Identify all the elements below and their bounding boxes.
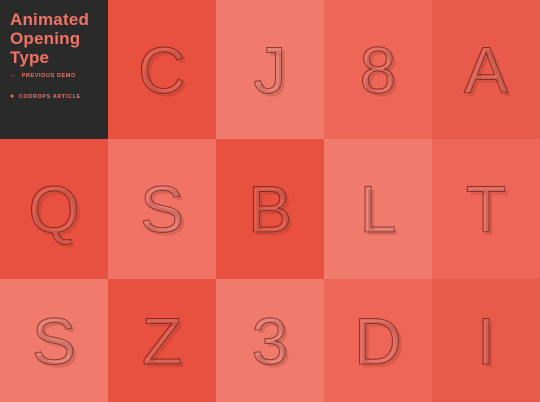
letter-glyph: Q <box>28 172 80 246</box>
letter-glyph: Z <box>141 303 183 378</box>
codrops-article-label: Codrops Article <box>18 93 81 100</box>
previous-demo-label: Previous Demo <box>21 72 76 79</box>
codrops-article-link[interactable]: ● Codrops Article <box>10 93 81 100</box>
letter-glyph: C <box>138 32 187 107</box>
letter-glyph: 8 <box>359 32 397 107</box>
arrow-left-icon: ← <box>10 72 18 79</box>
letter-tile[interactable]: Z <box>108 279 216 402</box>
letter-glyph: S <box>31 303 77 378</box>
drop-icon: ● <box>10 93 15 100</box>
letter-tile[interactable]: I <box>432 279 540 402</box>
letter-tile[interactable]: C <box>108 0 216 139</box>
letter-tile[interactable]: 3 <box>216 279 324 402</box>
letter-grid: Animated Opening Type ← Previous Demo ● … <box>0 0 540 402</box>
letter-tile[interactable]: J <box>216 0 324 139</box>
letter-tile[interactable]: Q <box>0 139 108 279</box>
info-panel: Animated Opening Type ← Previous Demo ● … <box>0 0 108 139</box>
letter-glyph: D <box>354 303 403 378</box>
letter-tile[interactable]: T <box>432 139 540 279</box>
letter-tile[interactable]: A <box>432 0 540 139</box>
letter-tile[interactable]: D <box>324 279 432 402</box>
letter-tile[interactable]: L <box>324 139 432 279</box>
letter-glyph: I <box>476 303 496 378</box>
letter-tile[interactable]: B <box>216 139 324 279</box>
letter-glyph: S <box>139 172 185 246</box>
letter-tile[interactable]: 8 <box>324 0 432 139</box>
letter-glyph: J <box>253 32 287 107</box>
demo-links: ← Previous Demo ● Codrops Article <box>10 72 81 114</box>
letter-tile[interactable]: S <box>108 139 216 279</box>
letter-glyph: T <box>465 172 507 246</box>
letter-tile[interactable]: S <box>0 279 108 402</box>
page-title: Animated Opening Type <box>10 10 90 67</box>
letter-glyph: A <box>463 32 509 107</box>
previous-demo-link[interactable]: ← Previous Demo <box>10 72 81 79</box>
letter-glyph: B <box>247 172 293 246</box>
letter-glyph: 3 <box>251 303 289 378</box>
letter-glyph: L <box>359 172 397 246</box>
